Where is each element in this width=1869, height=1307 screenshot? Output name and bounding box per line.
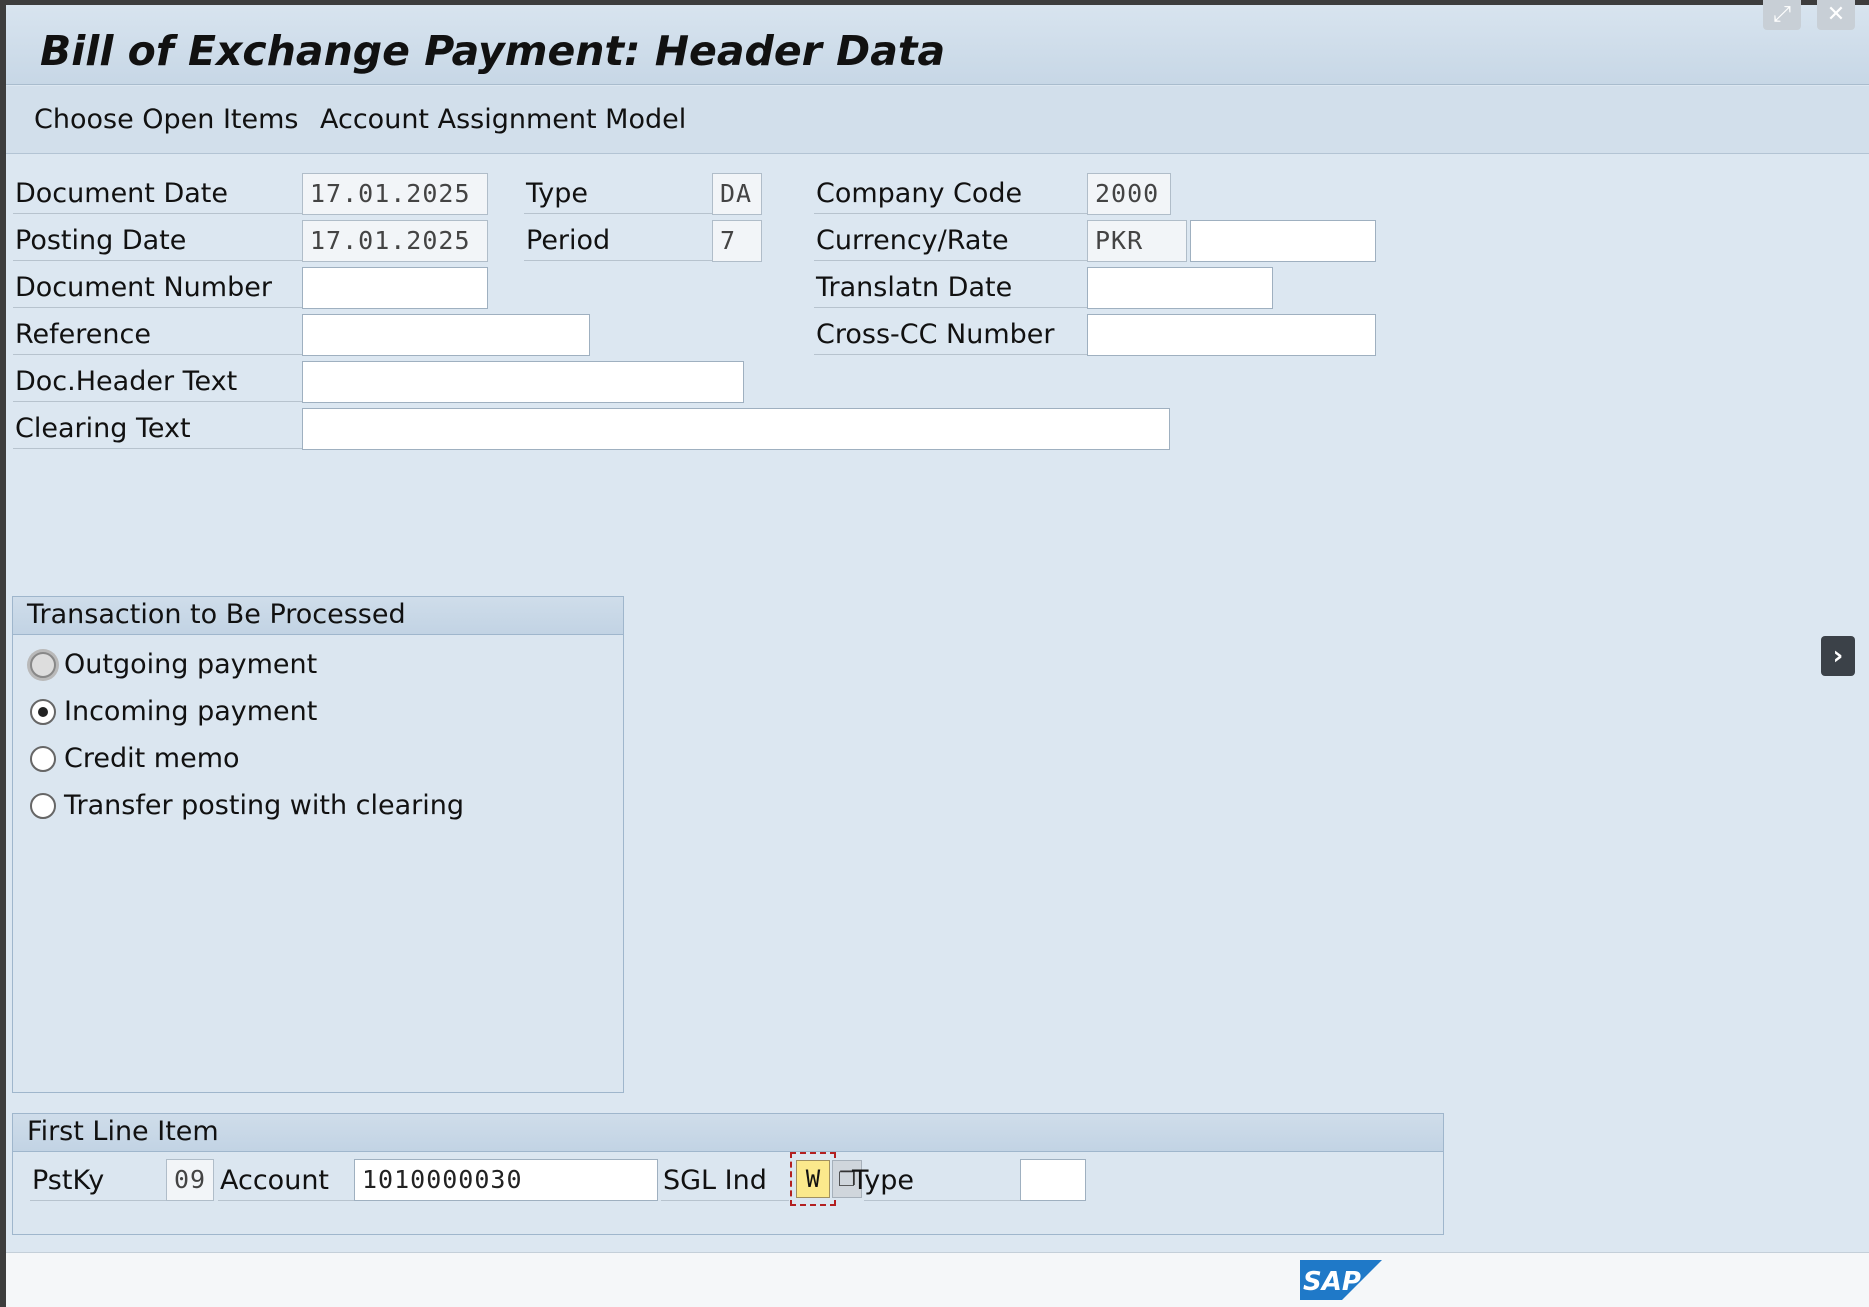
doc-header-text-field[interactable]: [302, 361, 744, 403]
clearing-text-label: Clearing Text: [13, 409, 303, 449]
title-bar: Bill of Exchange Payment: Header Data: [6, 5, 1869, 85]
radio-transfer-posting[interactable]: Transfer posting with clearing: [30, 786, 530, 826]
radio-label: Outgoing payment: [64, 649, 318, 680]
posting-date-field[interactable]: 17.01.2025: [302, 220, 488, 262]
company-code-label: Company Code: [814, 174, 1088, 214]
radio-label: Transfer posting with clearing: [64, 790, 465, 821]
radio-label: Incoming payment: [64, 696, 318, 727]
transaction-group-title: Transaction to Be Processed: [13, 597, 623, 635]
reference-field[interactable]: [302, 314, 590, 356]
radio-credit-memo[interactable]: Credit memo: [30, 739, 530, 779]
sap-logo-text: SAP: [1303, 1267, 1361, 1297]
clearing-text-field[interactable]: [302, 408, 1170, 450]
posting-date-label: Posting Date: [13, 221, 303, 261]
document-number-field[interactable]: [302, 267, 488, 309]
period-field[interactable]: 7: [712, 220, 762, 262]
radio-icon[interactable]: [30, 652, 56, 678]
cross-cc-number-field[interactable]: [1087, 314, 1376, 356]
sap-logo: SAP: [1300, 1260, 1382, 1300]
company-code-field[interactable]: 2000: [1087, 173, 1171, 215]
page-title: Bill of Exchange Payment: Header Data: [40, 27, 946, 75]
document-date-label: Document Date: [13, 174, 303, 214]
radio-outgoing-payment[interactable]: Outgoing payment: [30, 645, 530, 685]
account-assignment-model-button[interactable]: Account Assignment Model: [320, 104, 686, 135]
radio-incoming-payment[interactable]: Incoming payment: [30, 692, 530, 732]
sgl-ind-field[interactable]: W: [796, 1160, 830, 1198]
translatn-date-label: Translatn Date: [814, 268, 1088, 308]
type-label: Type: [524, 174, 714, 214]
type-line-item-field[interactable]: [1020, 1159, 1086, 1201]
type-line-item-label-text: Type: [852, 1165, 915, 1196]
chevron-right-icon[interactable]: ›: [1821, 636, 1855, 676]
close-icon[interactable]: ✕: [1817, 0, 1855, 30]
radio-label: Credit memo: [64, 743, 240, 774]
account-label: Account: [218, 1161, 354, 1201]
pstky-label: PstKy: [30, 1161, 166, 1201]
first-line-item-title: First Line Item: [13, 1114, 1443, 1152]
status-bar: [6, 1252, 1869, 1307]
reference-label: Reference: [13, 315, 303, 355]
expand-icon[interactable]: ⤢: [1763, 0, 1801, 30]
translatn-date-field[interactable]: [1087, 267, 1273, 309]
choose-open-items-button[interactable]: Choose Open Items: [34, 104, 299, 135]
type-line-item-label: Type: [852, 1161, 1020, 1201]
document-date-field[interactable]: 17.01.2025: [302, 173, 488, 215]
exchange-rate-field[interactable]: [1190, 220, 1376, 262]
currency-rate-label: Currency/Rate: [814, 221, 1088, 261]
doc-header-text-label: Doc.Header Text: [13, 362, 303, 402]
application-toolbar: Choose Open Items Account Assignment Mod…: [6, 86, 1869, 154]
type-field[interactable]: DA: [712, 173, 762, 215]
account-field[interactable]: 1010000030: [354, 1159, 658, 1201]
pstky-field[interactable]: 09: [166, 1159, 214, 1201]
cross-cc-number-label: Cross-CC Number: [814, 315, 1088, 355]
document-number-label: Document Number: [13, 268, 303, 308]
currency-field[interactable]: PKR: [1087, 220, 1187, 262]
period-label: Period: [524, 221, 714, 261]
radio-selected-icon[interactable]: [30, 699, 56, 725]
sgl-ind-label: SGL Ind: [661, 1161, 789, 1201]
radio-icon[interactable]: [30, 746, 56, 772]
radio-icon[interactable]: [30, 793, 56, 819]
